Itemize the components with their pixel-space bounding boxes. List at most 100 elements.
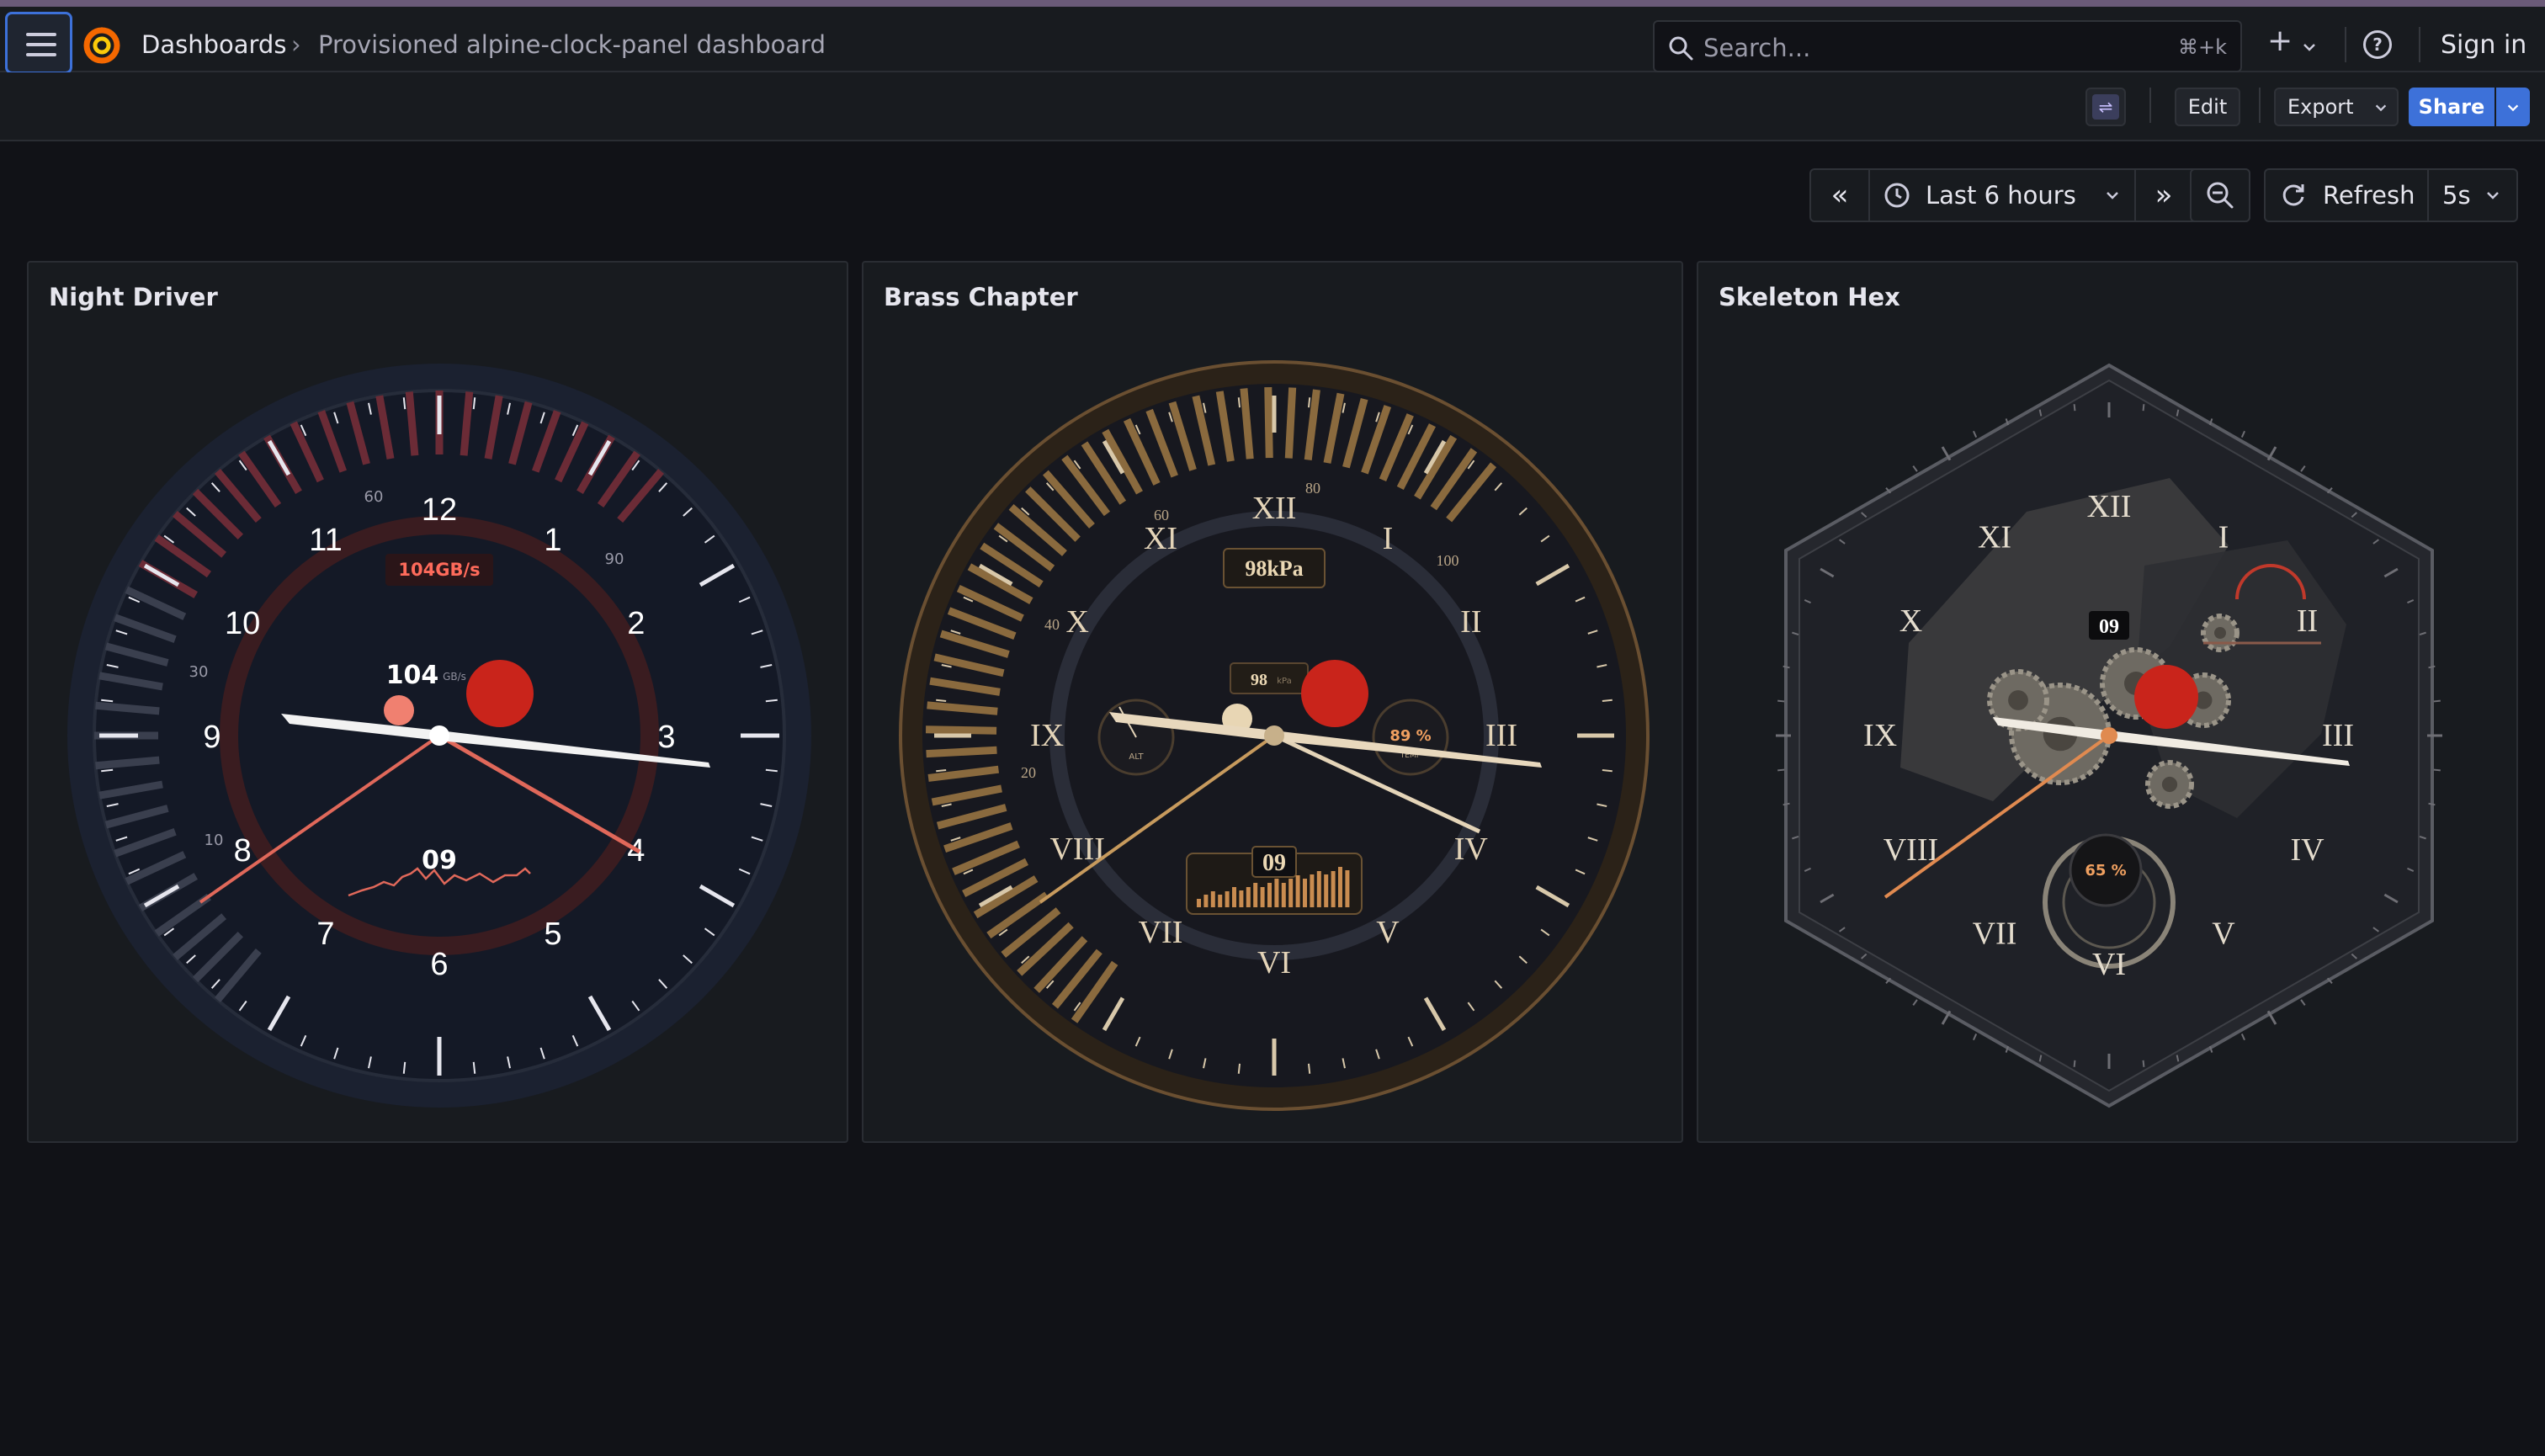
subdial-label: ALT: [1129, 752, 1144, 762]
bezel-bar: [1284, 387, 1297, 459]
hour-label: 12: [422, 492, 457, 528]
divider: [2259, 88, 2261, 123]
meter-bar: [1225, 891, 1230, 907]
dashboard-controls-toggle-button[interactable]: ⇌: [2085, 88, 2126, 126]
top-nav-bar: Dashboards › Provisioned alpine-clock-pa…: [0, 7, 2545, 74]
minute-tick: [1237, 397, 1241, 408]
scale-label: 100: [1437, 552, 1459, 569]
hour-label: 9: [203, 720, 220, 755]
minute-tick: [1973, 1034, 1978, 1041]
breadcrumb-dashboards[interactable]: Dashboards: [141, 30, 286, 59]
scale-label: 90: [605, 550, 624, 568]
minute-tick: [1237, 1063, 1241, 1074]
clock-panel-brass-chapter[interactable]: Brass Chapter XII I II III IV V VI VII VIII IX X XI…: [862, 261, 1683, 1143]
hour-label: 6: [430, 947, 448, 982]
minute-tick: [2433, 768, 2441, 772]
center-cap: [2101, 727, 2117, 744]
hour-label: II: [2297, 603, 2318, 639]
minute-tick: [2300, 465, 2306, 472]
rate-label: 104GB/s: [398, 560, 480, 580]
share-dropdown-button[interactable]: [2496, 88, 2530, 126]
hour-label: 2: [627, 606, 645, 641]
divider: [2419, 27, 2420, 62]
value-unit: GB/s: [443, 671, 466, 683]
refresh-button[interactable]: Refresh: [2266, 170, 2427, 221]
accent-dot: [384, 695, 414, 725]
gear-hub: [2008, 690, 2028, 710]
zoom-out-button[interactable]: [2190, 168, 2250, 222]
minute-tick: [1602, 768, 1613, 773]
search-placeholder: Search...: [1703, 34, 1811, 62]
menu-icon: [26, 53, 56, 56]
meter-bar: [1203, 895, 1209, 907]
hour-label: VI: [1257, 945, 1291, 980]
analog-clock: 121234567891011 60 90 30 10 104GB/s 104 …: [67, 364, 811, 1108]
scale-label: 30: [189, 663, 209, 681]
hour-label: IV: [1454, 832, 1489, 867]
hour-label: IX: [1863, 718, 1897, 753]
search-input[interactable]: Search... ⌘+k: [1653, 20, 2242, 72]
time-range-button[interactable]: Last 6 hours: [1870, 170, 2134, 221]
date-readout: 09: [1262, 850, 1286, 876]
indicator-dot: [466, 660, 534, 727]
chevron-down-icon: [2107, 192, 2118, 199]
hour-label: 8: [234, 833, 252, 869]
breadcrumb-separator: ›: [291, 30, 301, 59]
meter-bar: [1232, 887, 1236, 907]
scale-label: 40: [1044, 616, 1060, 633]
hour-label: XI: [1144, 521, 1177, 556]
clock-panel-skeleton-hex[interactable]: Skeleton Hex 65 % XII I II III IV V VI VII VIII I…: [1697, 261, 2518, 1143]
value-readout: 104: [386, 661, 439, 690]
time-shift-back-button[interactable]: «: [1811, 170, 1868, 221]
time-shift-forward-button[interactable]: »: [2136, 170, 2192, 221]
search-shortcut-hint: ⌘+k: [2177, 35, 2227, 59]
menu-icon: [26, 43, 56, 46]
hour-label: XII: [2087, 489, 2132, 524]
grafana-logo-icon[interactable]: [81, 24, 123, 66]
share-button[interactable]: Share: [2409, 88, 2495, 126]
value-badge: [1230, 662, 1309, 694]
hour-label: III: [1485, 718, 1517, 753]
meter-bar: [1310, 874, 1315, 907]
refresh-icon: [2282, 184, 2304, 206]
minute-tick: [1912, 465, 1918, 472]
refresh-interval-button[interactable]: 5s: [2429, 170, 2516, 221]
indicator-dot: [1301, 660, 1368, 727]
meter-bar: [1295, 875, 1300, 907]
meter-bar: [1303, 879, 1307, 907]
meter-bar: [1218, 895, 1223, 907]
hour-label: IV: [2291, 832, 2325, 868]
export-button[interactable]: Export: [2274, 88, 2399, 126]
clock-icon: [1884, 183, 1910, 208]
clock-panel-night-driver[interactable]: Night Driver 121234567891011 60 90 30 10…: [27, 261, 848, 1143]
scale-label: 60: [1154, 507, 1169, 523]
minute-tick: [936, 699, 947, 703]
edit-button[interactable]: Edit: [2175, 88, 2240, 126]
meter-bar: [1331, 871, 1336, 907]
refresh-interval-label: 5s: [2442, 181, 2471, 210]
center-cap: [1264, 725, 1284, 746]
value-unit: kPa: [1277, 677, 1292, 686]
center-cap: [429, 725, 449, 746]
minute-tick: [1307, 397, 1311, 408]
hour-label: VII: [1973, 917, 2017, 952]
indicator-dot: [2134, 665, 2198, 729]
new-menu-button[interactable]: +: [2264, 22, 2323, 69]
help-icon[interactable]: ?: [2363, 30, 2392, 59]
gear-hub: [2161, 776, 2178, 793]
hour-label: 10: [225, 606, 260, 641]
breadcrumb-current-dashboard: Provisioned alpine-clock-panel dashboard: [318, 30, 826, 59]
meter-bar: [1316, 871, 1321, 907]
zoom-out-icon: [2207, 182, 2234, 209]
sign-in-link[interactable]: Sign in: [2441, 30, 2526, 60]
meter-bar: [1288, 879, 1294, 907]
divider: [2345, 27, 2346, 62]
chevron-down-icon: [2487, 192, 2499, 199]
hour-label: V: [1376, 915, 1400, 950]
menu-toggle-button[interactable]: [5, 12, 72, 74]
bezel-bar: [925, 725, 997, 735]
meter-bar: [1246, 887, 1251, 907]
bezel-bar: [926, 746, 997, 758]
hour-label: 3: [657, 720, 675, 755]
minute-tick: [2300, 999, 2306, 1006]
